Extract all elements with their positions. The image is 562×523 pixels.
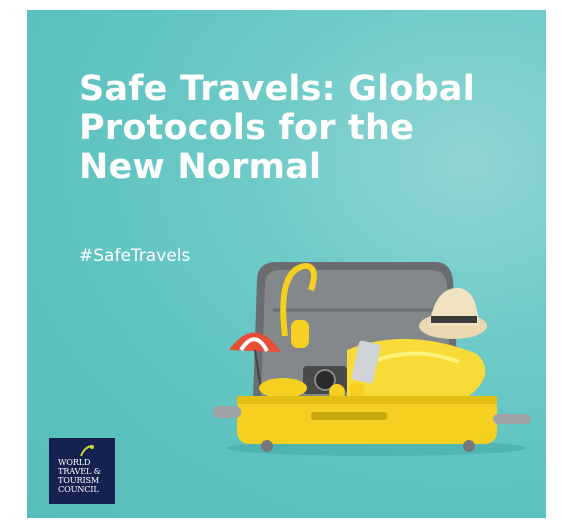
- hashtag: #SafeTravels: [79, 246, 191, 266]
- swirl-icon: [80, 445, 94, 457]
- campaign-poster: Safe Travels: Global Protocols for the N…: [27, 10, 546, 518]
- headline-line-2: Protocols for the: [79, 108, 415, 148]
- suitcase-illustration: [213, 262, 531, 456]
- headline-line-3: New Normal: [79, 147, 322, 187]
- logo-line-4: COUNCIL: [58, 484, 99, 494]
- headline: Safe Travels: Global Protocols for the N…: [79, 70, 519, 187]
- wttc-logo: WORLD TRAVEL & TOURISM COUNCIL: [49, 438, 115, 504]
- headline-line-1: Safe Travels: Global: [79, 69, 475, 109]
